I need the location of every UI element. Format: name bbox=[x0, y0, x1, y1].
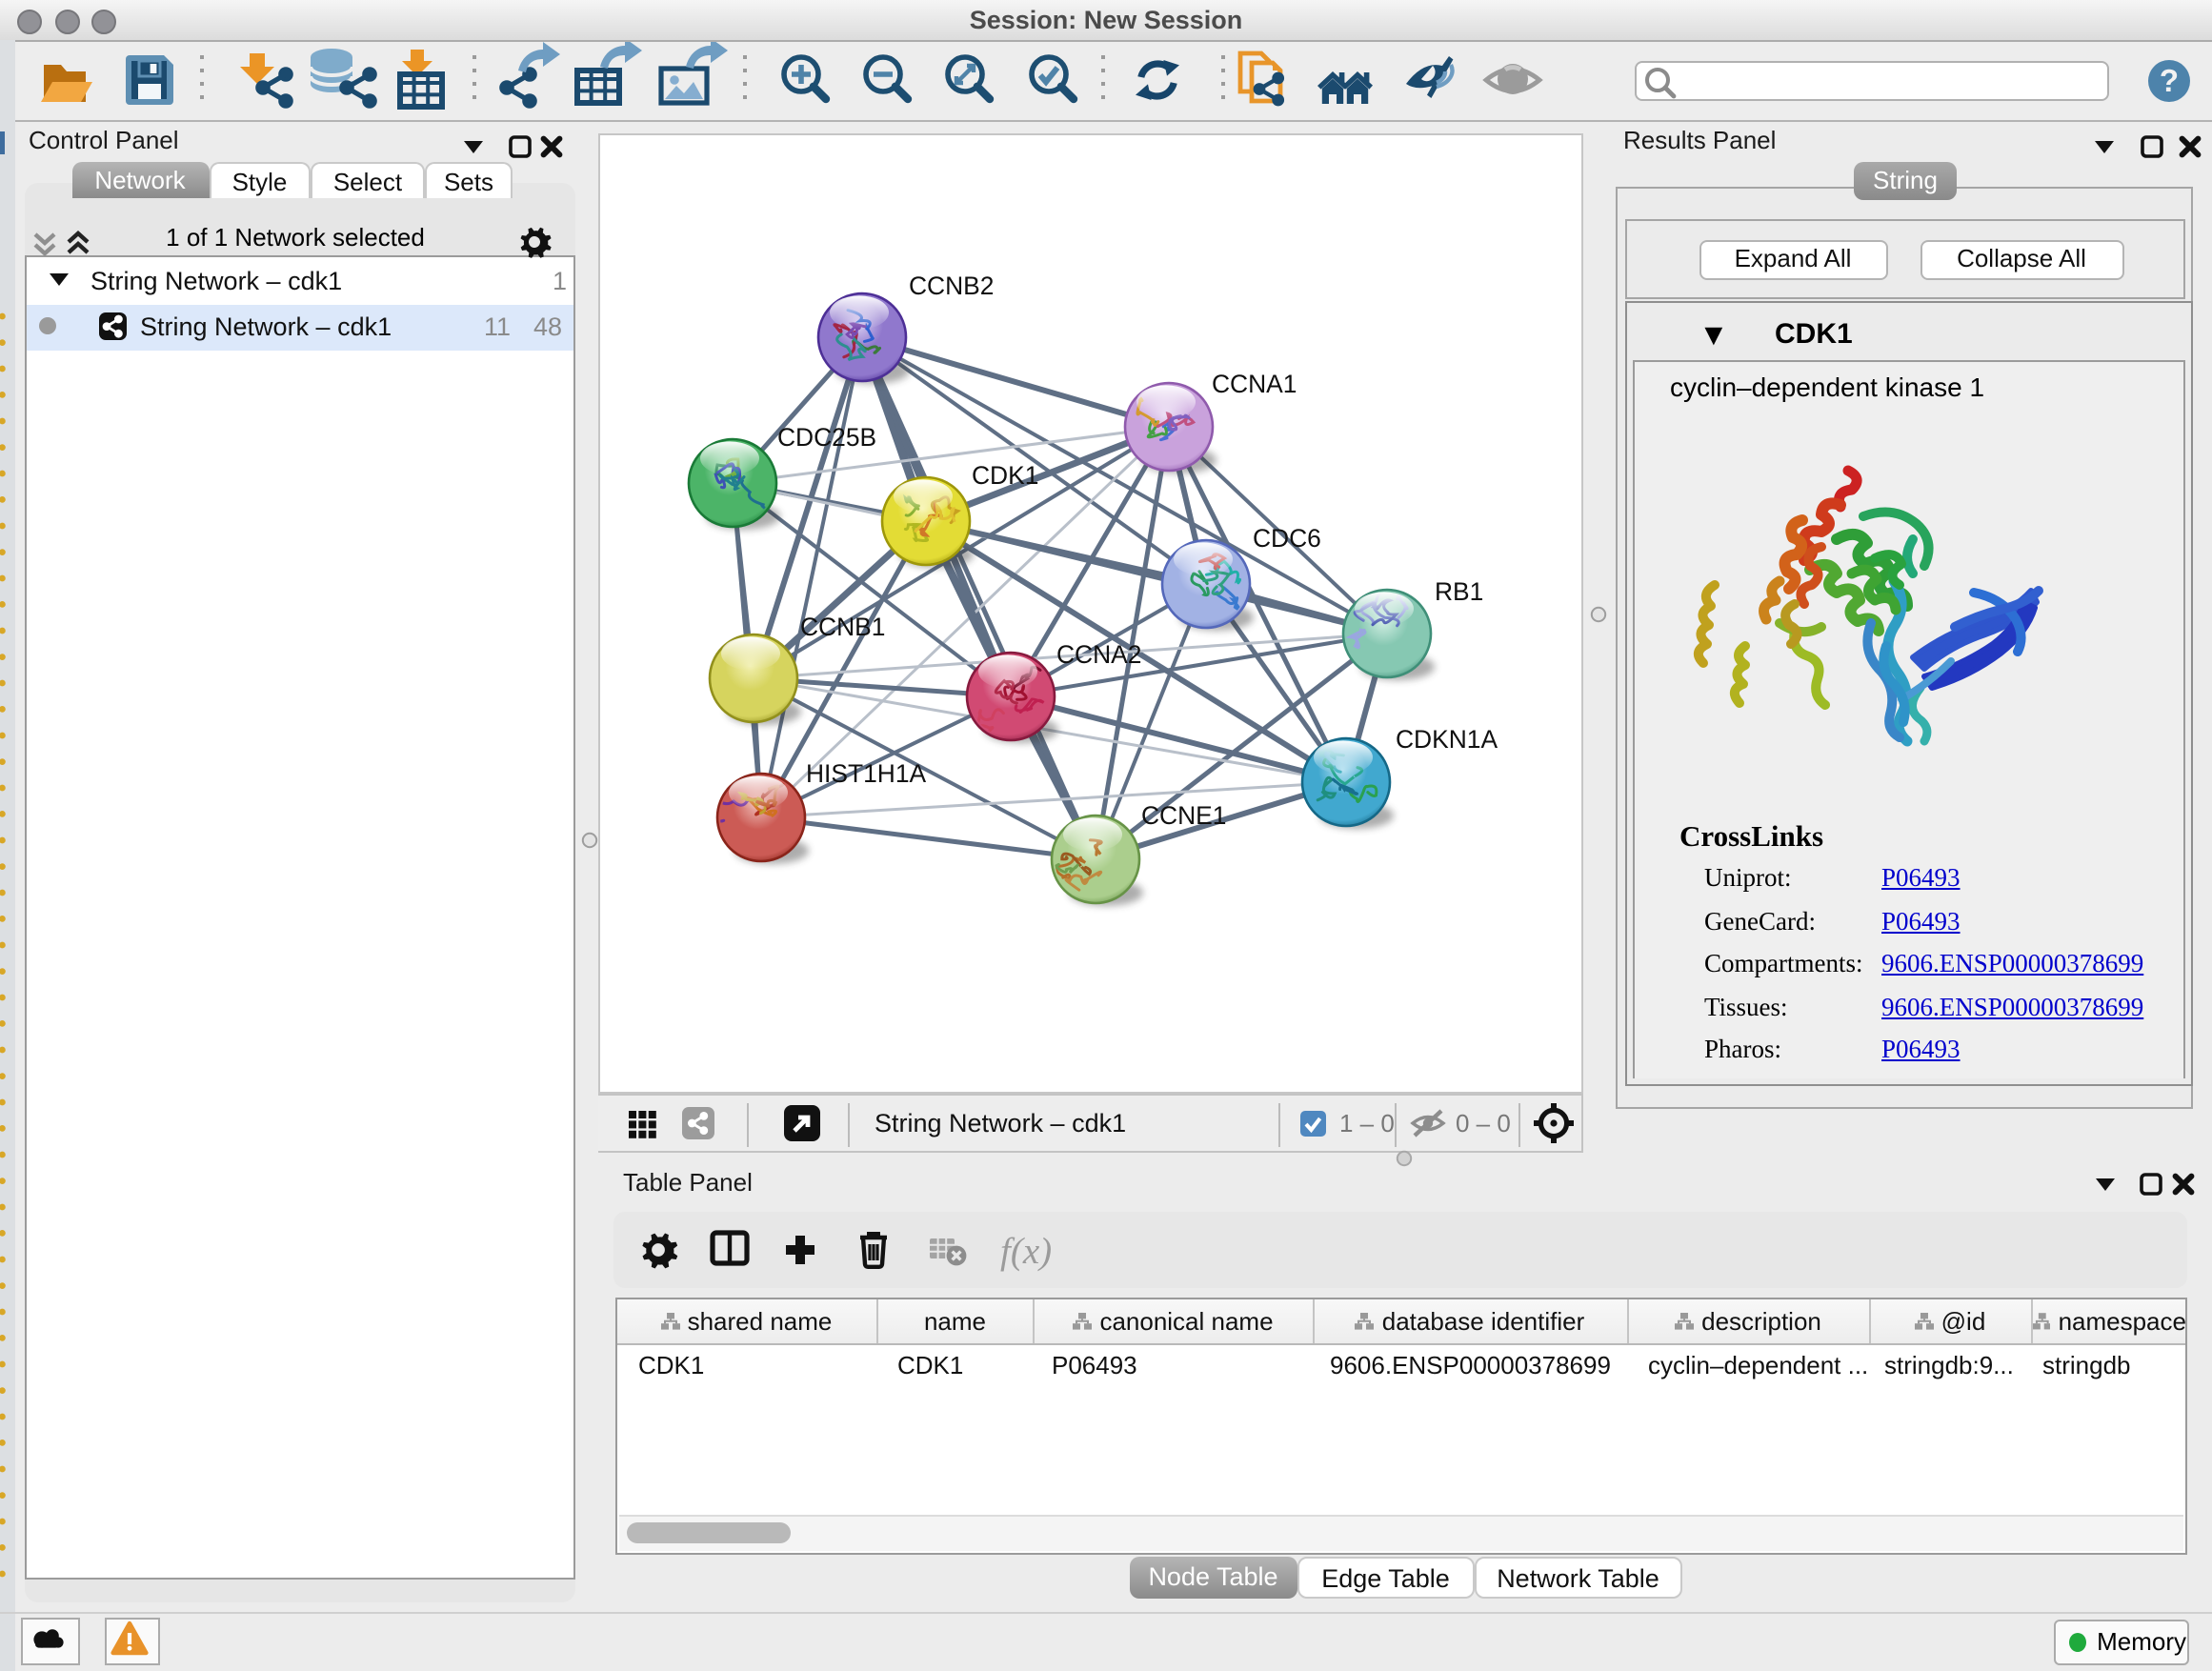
svg-text:CDC6: CDC6 bbox=[1253, 524, 1321, 553]
svg-text:CDC25B: CDC25B bbox=[777, 423, 876, 452]
svg-text:CDKN1A: CDKN1A bbox=[1396, 725, 1498, 754]
svg-text:RB1: RB1 bbox=[1435, 577, 1483, 606]
svg-text:CCNE1: CCNE1 bbox=[1141, 801, 1226, 830]
svg-text:CDK1: CDK1 bbox=[972, 461, 1038, 490]
svg-text:HIST1H1A: HIST1H1A bbox=[806, 759, 927, 788]
svg-text:CCNA2: CCNA2 bbox=[1056, 640, 1141, 669]
svg-text:?: ? bbox=[2160, 63, 2179, 98]
svg-text:CCNB2: CCNB2 bbox=[909, 272, 994, 300]
svg-text:CCNA1: CCNA1 bbox=[1212, 370, 1297, 398]
svg-text:CCNB1: CCNB1 bbox=[800, 613, 885, 641]
